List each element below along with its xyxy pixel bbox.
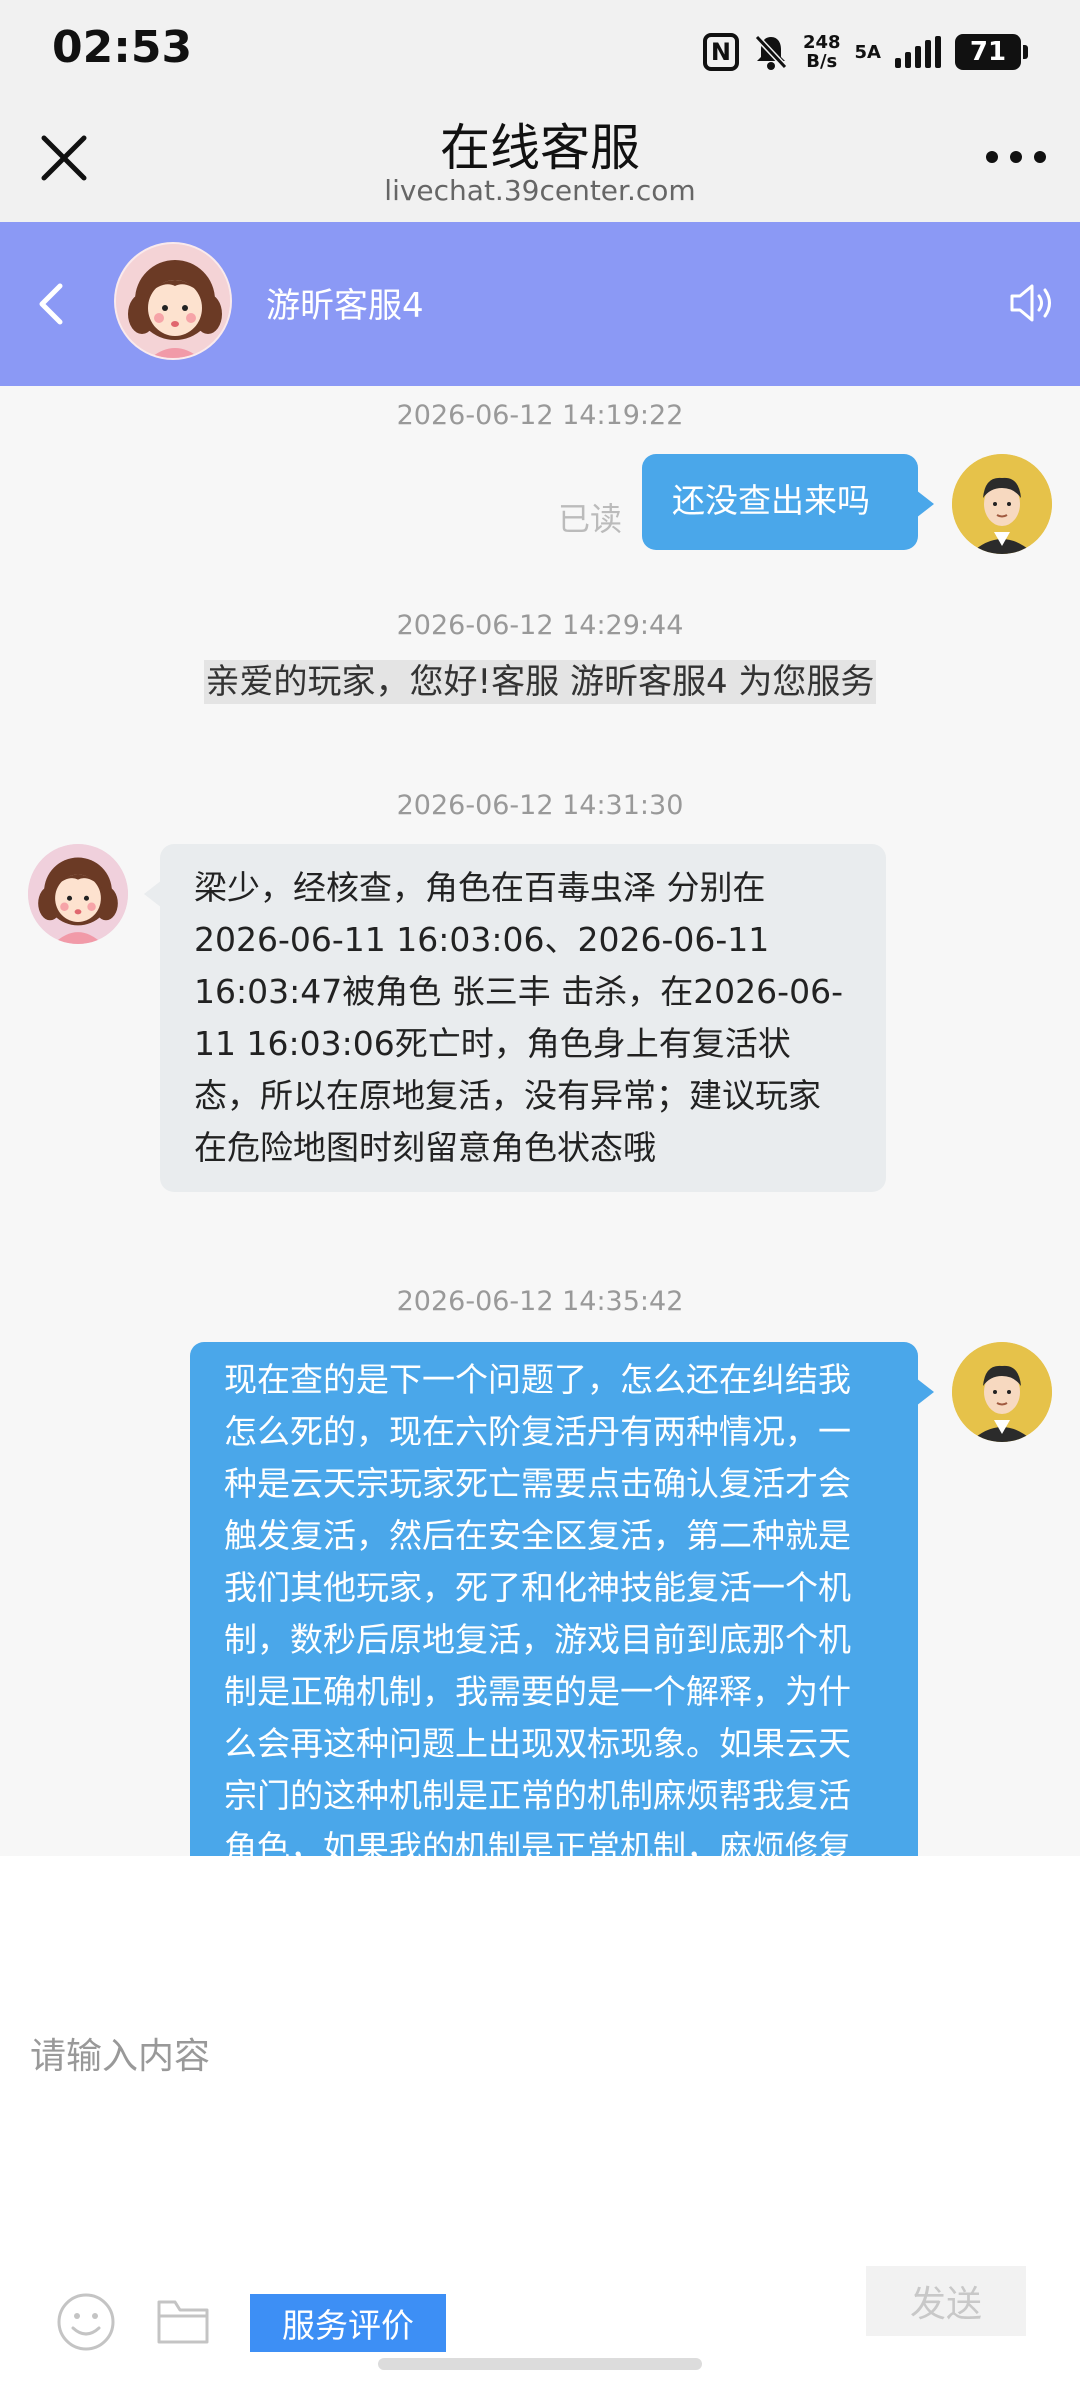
agent-message-bubble[interactable]: 梁少，经核查，角色在百毒虫泽 分别在 2026-06-11 16:03:06、2… (144, 844, 886, 1192)
signal-icon (895, 36, 941, 68)
speed-unit: B/s (806, 51, 838, 72)
message-line: 宗门的这种机制是正常的机制麻烦帮我复活 (224, 1776, 851, 1815)
agent-avatar (114, 242, 232, 360)
folder-icon[interactable] (156, 2296, 210, 2346)
home-indicator[interactable] (378, 2358, 702, 2370)
agent-name: 游昕客服4 (266, 286, 424, 326)
message-line: 制是正确机制，我需要的是一个解释，为什 (224, 1672, 851, 1711)
read-receipt: 已读 (558, 500, 623, 538)
system-message-text: 亲爱的玩家，您好!客服 游昕客服4 为您服务 (203, 660, 877, 704)
message-timestamp: 2026-06-12 14:35:42 (396, 1286, 684, 1317)
browser-header: 在线客服 livechat.39center.com (0, 100, 1080, 222)
user-avatar (952, 454, 1052, 554)
chat-header: 游昕客服4 (0, 222, 1080, 386)
status-icons: N 248 B/s 5A 71 (702, 30, 1028, 74)
emoji-icon[interactable] (56, 2292, 116, 2352)
message-line: 角色，如果我的机制是正常机制，麻烦修复 (224, 1828, 851, 1856)
message-input[interactable] (30, 2026, 1030, 2086)
page-title: 在线客服 (440, 119, 640, 177)
network-speed: 248 B/s (803, 33, 841, 71)
message-line: 16:03:47被角色 张三丰 击杀，在2026-06- (194, 972, 843, 1011)
send-button[interactable]: 发送 (866, 2266, 1026, 2336)
agent-message-avatar (28, 844, 128, 944)
message-line: 现在查的是下一个问题了，怎么还在纠结我 (224, 1360, 851, 1399)
status-bar: 02:53 N 248 B/s 5A 71 (0, 0, 1080, 100)
service-rating-button[interactable]: 服务评价 (250, 2294, 446, 2352)
status-time: 02:53 (52, 22, 193, 73)
message-line: 么会再这种问题上出现双标现象。如果云天 (224, 1724, 851, 1763)
user-message-bubble[interactable]: 还没查出来吗 (642, 454, 934, 550)
system-message: 亲爱的玩家，您好!客服 游昕客服4 为您服务 (0, 654, 1080, 704)
chat-messages[interactable]: 2026-06-12 14:19:22 已读 还没查出来吗 2026-06-12… (0, 386, 1080, 1856)
speaker-icon[interactable] (1006, 278, 1058, 328)
back-arrow-icon[interactable] (32, 274, 72, 334)
user-avatar (952, 1342, 1052, 1442)
message-line: 2026-06-11 16:03:06、2026-06-11 (194, 920, 770, 959)
message-line: 触发复活，然后在安全区复活，第二种就是 (224, 1516, 851, 1555)
user-message-bubble[interactable]: 现在查的是下一个问题了，怎么还在纠结我 怎么死的，现在六阶复活丹有两种情况，一 … (190, 1342, 934, 1856)
message-line: 制，数秒后原地复活，游戏目前到底那个机 (224, 1620, 851, 1659)
battery-icon: 71 (955, 34, 1028, 70)
message-line: 怎么死的，现在六阶复活丹有两种情况，一 (224, 1412, 851, 1451)
battery-level: 71 (955, 34, 1021, 70)
message-line: 态，所以在原地复活，没有异常；建议玩家 (194, 1076, 821, 1115)
page-url: livechat.39center.com (384, 174, 696, 207)
message-timestamp: 2026-06-12 14:31:30 (396, 790, 684, 821)
network-type: 5A (854, 41, 881, 63)
message-timestamp: 2026-06-12 14:19:22 (396, 400, 684, 431)
mute-bell-icon (754, 34, 788, 70)
message-line: 在危险地图时刻留意角色状态哦 (194, 1128, 656, 1167)
message-timestamp: 2026-06-12 14:29:44 (396, 610, 684, 641)
message-line: 种是云天宗玩家死亡需要点击确认复活才会 (224, 1464, 851, 1503)
message-line: 11 16:03:06死亡时，角色身上有复活状 (194, 1024, 791, 1063)
speed-value: 248 (802, 32, 841, 53)
message-line: 梁少，经核查，角色在百毒虫泽 分别在 (194, 868, 766, 907)
nfc-icon: N (702, 33, 739, 71)
message-line: 我们其他玩家，死了和化神技能复活一个机 (224, 1568, 851, 1607)
input-panel: 服务评价 发送 (0, 1856, 1080, 2387)
more-options-icon[interactable] (986, 142, 1046, 172)
